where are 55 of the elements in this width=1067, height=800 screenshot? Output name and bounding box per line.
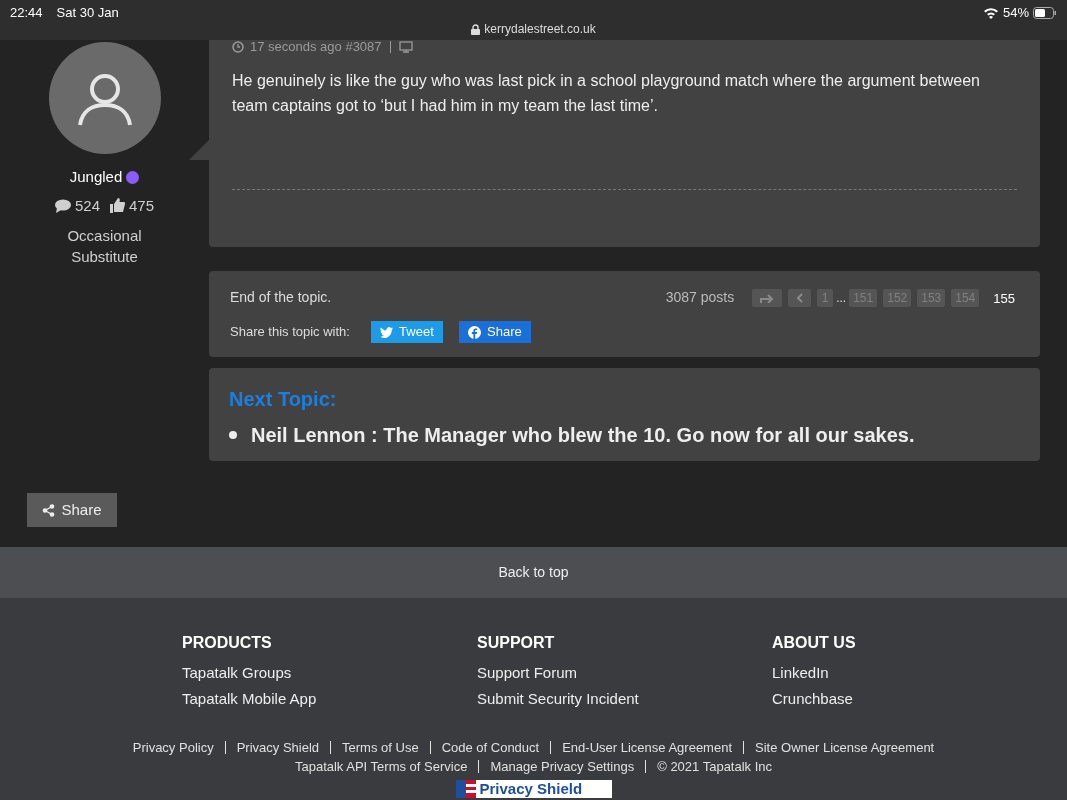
footer-link[interactable]: Crunchbase	[772, 686, 1067, 712]
battery-icon	[1033, 6, 1057, 19]
footer-heading: PRODUCTS	[182, 633, 273, 653]
legal-link[interactable]: Terms of Use	[342, 738, 419, 757]
post-count: 524	[74, 195, 100, 216]
username[interactable]: Jungled	[69, 166, 123, 189]
legal-link[interactable]: Privacy Policy	[132, 738, 214, 757]
thumbs-up-icon	[110, 198, 125, 214]
footer-heading: ABOUT US	[772, 633, 857, 653]
share-label: Share this topic with:	[230, 323, 350, 342]
share-icon	[42, 503, 56, 517]
share-button[interactable]: Share	[27, 493, 117, 527]
lock-icon	[471, 23, 481, 35]
legal-link[interactable]: © 2021 Tapatalk Inc	[657, 757, 773, 776]
speech-bubble-icon	[54, 198, 71, 213]
footer-link[interactable]: LinkedIn	[772, 660, 1067, 686]
footer-heading: SUPPORT	[477, 633, 556, 653]
user-rank: Occasional Substitute	[66, 226, 143, 267]
post-meta[interactable]: 17 seconds ago #3087	[250, 40, 382, 54]
facebook-share-button[interactable]: Share	[458, 321, 531, 343]
page-link[interactable]: 155	[989, 288, 1019, 307]
legal-link[interactable]: Code of Conduct	[441, 738, 540, 757]
bullet-icon	[229, 431, 237, 439]
pagination-ellipsis: ...	[836, 289, 847, 307]
facebook-icon	[468, 325, 482, 339]
previous-page-button[interactable]	[788, 288, 812, 307]
legal-link[interactable]: Manage Privacy Settings	[490, 757, 635, 776]
wifi-icon	[982, 6, 999, 19]
jump-button[interactable]	[752, 288, 783, 307]
status-time: 22:44	[10, 4, 43, 22]
battery-percent: 54%	[1002, 4, 1029, 22]
status-date: Sat 30 Jan	[56, 4, 119, 22]
footer-link[interactable]: Tapatalk Groups	[182, 660, 477, 686]
privacy-shield-badge[interactable]: Privacy Shield	[455, 780, 612, 798]
footer-link[interactable]: Submit Security Incident	[477, 686, 772, 712]
next-topic-heading: Next Topic:	[229, 387, 338, 412]
legal-link[interactable]: Privacy Shield	[236, 738, 320, 757]
url-text[interactable]: kerrydalestreet.co.uk	[484, 20, 596, 38]
post-total: 3087 posts	[665, 288, 735, 307]
post-text: He genuinely is like the guy who was last pick in a school playground match where the argument between team captains got to ‘but I had him in my team the last time’.	[232, 71, 981, 116]
end-of-topic-text: End of the topic.	[230, 288, 332, 307]
next-topic-link[interactable]: Neil Lennon : The Manager who blew the 10. Go now for all our sakes.	[251, 420, 915, 450]
like-count: 475	[129, 195, 155, 216]
monitor-icon	[398, 41, 413, 53]
back-to-top-button[interactable]: Back to top	[0, 547, 1067, 598]
jump-arrow-icon	[760, 292, 775, 303]
clock-icon	[232, 41, 244, 53]
footer-link[interactable]: Support Forum	[477, 660, 772, 686]
flag-icon	[455, 780, 476, 798]
legal-link[interactable]: Tapatalk API Terms of Service	[294, 757, 468, 776]
chevron-left-icon	[796, 292, 804, 303]
bird-icon	[380, 326, 394, 338]
footer-link[interactable]: Tapatalk Mobile App	[182, 686, 477, 712]
legal-link[interactable]: End-User License Agreement	[562, 738, 732, 757]
legal-link[interactable]: Site Owner License Agreement	[755, 738, 935, 757]
